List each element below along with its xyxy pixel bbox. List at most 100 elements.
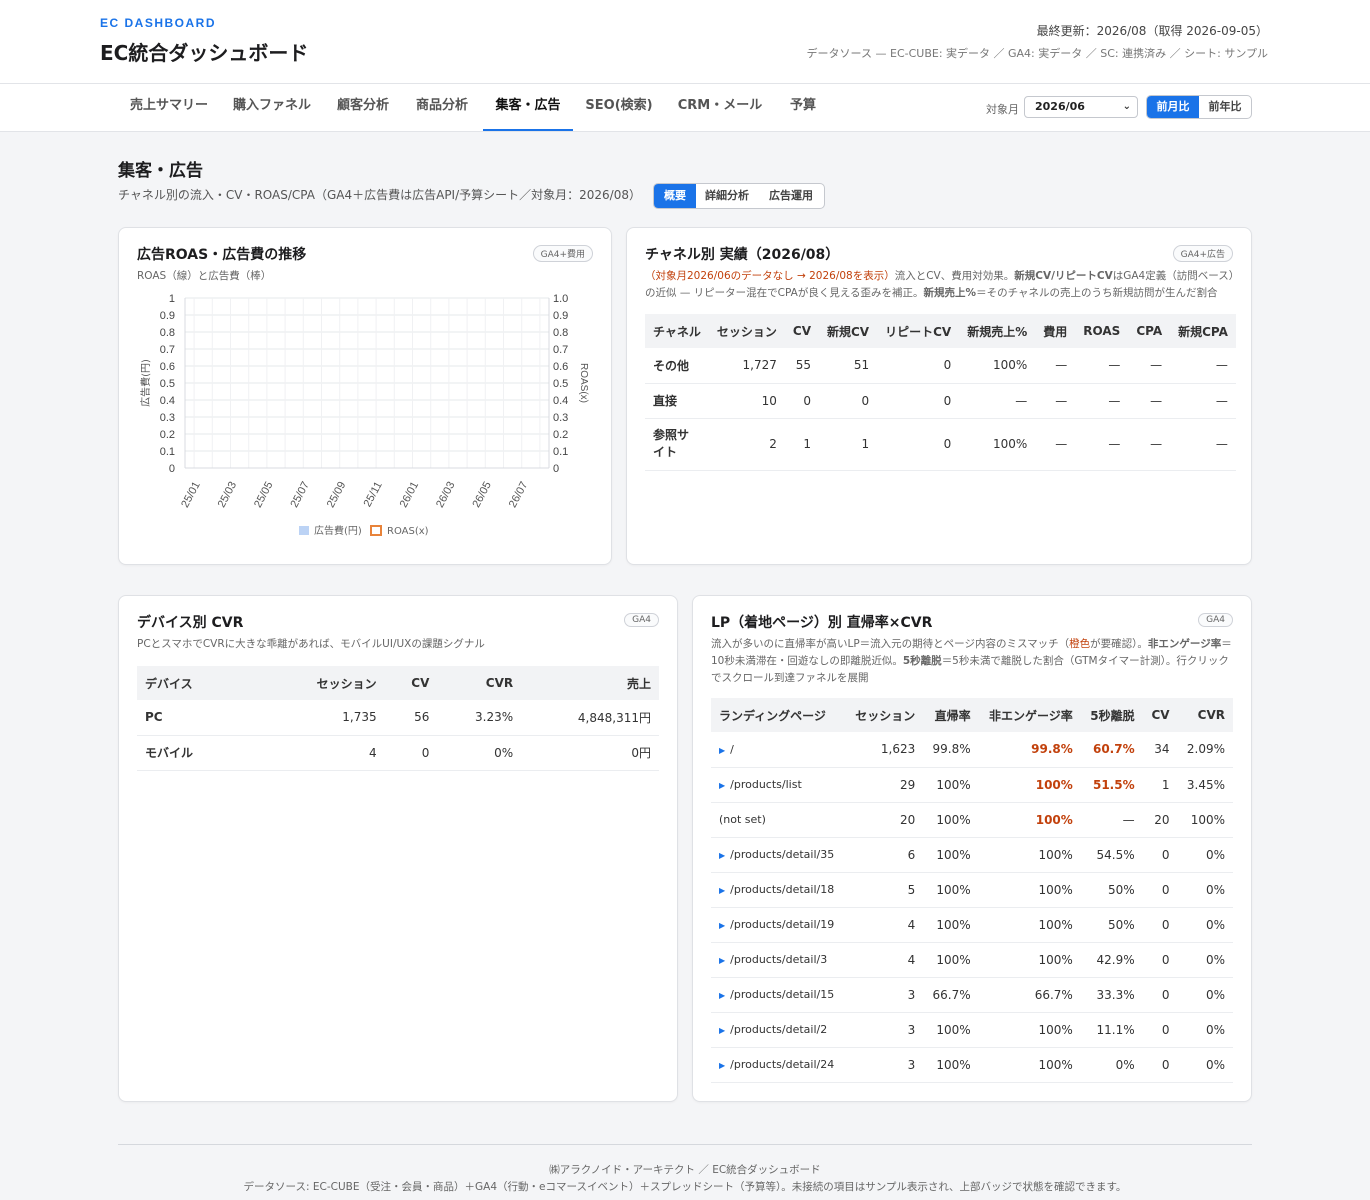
x-tick-label: 26/03 (434, 480, 458, 510)
expand-arrow-icon[interactable]: ▶ (719, 921, 725, 930)
channel-table: チャネル セッション CV 新規CV リピートCV 新規売上% 費用 ROAS … (645, 314, 1236, 471)
page-title: 集客・広告 (118, 161, 203, 181)
table-row: その他 1,727 55 51 0 100% — — — — (645, 348, 1236, 384)
card-title: チャネル別 実績（2026/08） (645, 247, 840, 263)
col-cost: 費用 (1035, 314, 1076, 348)
x-tick-label: 26/07 (507, 480, 531, 510)
col-sessions: セッション (845, 698, 924, 732)
col-cvr: CVR (1177, 698, 1233, 732)
channel-performance-card: チャネル別 実績（2026/08） GA4+広告 （対象月2026/06のデータ… (626, 227, 1252, 565)
y2-tick-label: 0.8 (553, 327, 568, 339)
col-new-cv: 新規CV (819, 314, 878, 348)
tab-customer-analysis[interactable]: 顧客分析 (326, 84, 400, 131)
lp-table-row[interactable]: ▶/products/list 29 100% 100% 51.5% 1 3.45% (711, 767, 1233, 803)
lp-table-row[interactable]: ▶/products/detail/18 5 100% 100% 50% 0 0% (711, 872, 1233, 908)
fallback-warning: （対象月2026/06のデータなし → 2026/08を表示） (645, 270, 895, 282)
device-cvr-card: デバイス別 CVR PCとスマホでCVRに大きな乖離があれば、モバイルUI/UX… (118, 595, 678, 1102)
expand-arrow-icon[interactable]: ▶ (719, 851, 725, 860)
tab-sales-summary[interactable]: 売上サマリー (118, 84, 220, 131)
card-description: （対象月2026/06のデータなし → 2026/08を表示）流入とCV、費用対… (645, 270, 1234, 299)
tab-product-analysis[interactable]: 商品分析 (404, 84, 480, 131)
y-tick-label: 0 (169, 463, 175, 475)
y2-tick-label: 0.7 (553, 344, 568, 356)
y2-tick-label: 0.3 (553, 412, 568, 424)
tab-budget[interactable]: 予算 (780, 84, 826, 131)
subtab-overview[interactable]: 概要 (654, 184, 696, 208)
legend-label-roas: ROAS(x) (387, 526, 429, 537)
lp-table-row[interactable]: ▶/products/detail/15 3 66.7% 66.7% 33.3% 0 0% (711, 977, 1233, 1013)
last-updated: 最終更新：2026/08（取得 2026-09-05） (1036, 24, 1268, 38)
expand-arrow-icon[interactable]: ▶ (719, 991, 725, 1000)
expand-arrow-icon[interactable]: ▶ (719, 1026, 725, 1035)
col-cvr: CVR (437, 666, 522, 700)
col-sessions: セッション (708, 314, 785, 348)
compare-toggle: 前月比 前年比 (1146, 95, 1252, 119)
y-tick-label: 0.5 (160, 378, 175, 390)
col-repeat-cv: リピートCV (877, 314, 960, 348)
tab-purchase-funnel[interactable]: 購入ファネル (222, 84, 322, 131)
expand-arrow-icon[interactable]: ▶ (719, 886, 725, 895)
roas-trend-card: 広告ROAS・広告費の推移 ROAS（線）と広告費（棒） GA4+費用 0 0 0.… (118, 227, 612, 565)
card-title: 広告ROAS・広告費の推移 (137, 247, 307, 263)
x-tick-label: 25/11 (362, 480, 385, 509)
col-cv: CV (1142, 698, 1178, 732)
compare-mom-button[interactable]: 前月比 (1147, 96, 1199, 118)
month-select-value: 2026/06 (1035, 100, 1085, 113)
expand-arrow-icon[interactable]: ▶ (719, 746, 725, 755)
y2-tick-label: 0 (553, 463, 559, 475)
table-row: PC 1,735 56 3.23% 4,848,311円 (137, 700, 659, 736)
col-cpa: CPA (1128, 314, 1171, 348)
col-device: デバイス (137, 666, 267, 700)
lp-table-row[interactable]: ▶/1,623 99.8% 99.8% 60.7% 34 2.09% (711, 732, 1233, 768)
tab-crm-email[interactable]: CRM・メール (664, 84, 776, 131)
col-sales: 売上 (521, 666, 659, 700)
expand-arrow-icon[interactable]: ▶ (719, 956, 725, 965)
col-channel: チャネル (645, 314, 709, 348)
expand-arrow-icon[interactable]: ▶ (719, 1061, 725, 1070)
lp-table-row[interactable]: ▶/products/detail/3 4 100% 100% 42.9% 0 0% (711, 942, 1233, 978)
tab-acquisition-ads[interactable]: 集客・広告 (483, 84, 573, 131)
subtab-detail[interactable]: 詳細分析 (696, 184, 758, 208)
y2-tick-label: 0.6 (553, 361, 568, 373)
compare-yoy-button[interactable]: 前年比 (1199, 96, 1251, 118)
lp-table-row[interactable]: ▶/products/detail/35 6 100% 100% 54.5% 0 0% (711, 837, 1233, 873)
source-badge: GA4 (624, 613, 659, 627)
col-new-cpa: 新規CPA (1170, 314, 1236, 348)
lp-table-row[interactable]: ▶/products/detail/24 3 100% 100% 0% 0 0% (711, 1047, 1233, 1083)
y-tick-label: 0.3 (160, 412, 175, 424)
lp-table-row[interactable]: ▶/products/detail/19 4 100% 100% 50% 0 0% (711, 907, 1233, 943)
y-tick-label: 0.9 (160, 310, 175, 322)
y-tick-label: 0.4 (160, 395, 175, 407)
page-subtitle: チャネル別の流入・CV・ROAS/CPA（GA4＋広告費は広告API/予算シート… (118, 188, 641, 202)
card-description: 流入が多いのに直帰率が高いLP＝流入元の期待とページ内容のミスマッチ（橙色が要確… (711, 638, 1232, 684)
table-row: 直接 10 0 0 0 — — — — — (645, 383, 1236, 419)
table-row: モバイル 4 0 0% 0円 (137, 735, 659, 771)
roas-chart: 0 0 0.1 0.1 0.2 0.2 0.3 0.3 0.4 0.4 0.5 0.5 0.6 0.6 0.… (139, 293, 589, 537)
card-description: PCとスマホでCVRに大きな乖離があれば、モバイルUI/UXの課題シグナル (137, 638, 485, 650)
month-select[interactable]: 2026/06 ⌄ (1024, 96, 1138, 118)
expand-arrow-icon[interactable]: ▶ (719, 781, 725, 790)
x-tick-label: 26/05 (470, 480, 494, 510)
footer-source-note: データソース: EC-CUBE（受注・会員・商品）＋GA4（行動・eコマースイベ… (243, 1181, 1127, 1193)
col-nonengage: 非エンゲージ率 (978, 698, 1081, 732)
x-tick-label: 25/01 (179, 480, 203, 510)
y-tick-label: 0.2 (160, 429, 175, 441)
col-drop5: 5秒離脱 (1080, 698, 1143, 732)
y2-tick-label: 0.2 (553, 429, 568, 441)
subtab-ad-ops[interactable]: 広告運用 (758, 184, 824, 208)
source-badge: GA4+広告 (1172, 245, 1233, 262)
col-sessions: セッション (267, 666, 385, 700)
tab-seo[interactable]: SEO(検索) (578, 84, 660, 131)
y-tick-label: 0.8 (160, 327, 175, 339)
table-row: 参照サイト 2 1 1 0 100% — — — — (645, 418, 1236, 471)
landing-page-card: LP（着地ページ）別 直帰率×CVR GA4 流入が多いのに直帰率が高いLP＝流… (692, 595, 1252, 1102)
legend-label-ad-cost: 広告費(円) (314, 524, 362, 537)
col-new-sales-pct: 新規売上% (959, 314, 1036, 348)
x-tick-label: 25/07 (288, 480, 312, 510)
y2-tick-label: 0.4 (553, 395, 568, 407)
col-landing-page: ランディングページ (711, 698, 846, 732)
y2-tick-label: 0.5 (553, 378, 568, 390)
landing-page-table: ランディングページ セッション 直帰率 非エンゲージ率 5秒離脱 CV CVR … (711, 698, 1233, 1083)
y-tick-label: 1 (169, 293, 175, 305)
lp-table-row[interactable]: ▶/products/detail/2 3 100% 100% 11.1% 0 0% (711, 1012, 1233, 1048)
